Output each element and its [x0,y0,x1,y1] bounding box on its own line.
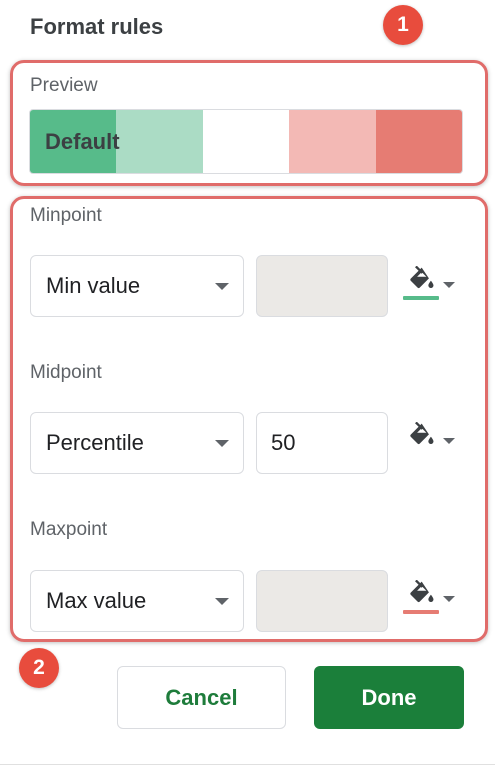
preview-gradient: Default [29,109,463,174]
midpoint-label: Midpoint [30,362,102,383]
preview-text: Default [45,128,120,154]
preview-segment [116,110,203,173]
maxpoint-color-swatch [403,610,439,614]
midpoint-value-field[interactable]: 50 [256,412,388,474]
midpoint-type-value: Percentile [46,430,144,455]
preview-segment [375,110,462,173]
minpoint-label: Minpoint [30,205,102,226]
minpoint-color-button[interactable] [401,262,461,312]
chevron-down-icon [443,596,455,602]
minpoint-type-value: Min value [46,273,141,298]
maxpoint-color-button[interactable] [401,576,461,626]
chevron-down-icon [443,282,455,288]
fill-color-icon [410,266,434,289]
cancel-button[interactable]: Cancel [117,666,286,729]
minpoint-value-field [256,255,388,317]
fill-color-icon [410,580,434,603]
maxpoint-value-field [256,570,388,632]
divider [0,764,495,765]
preview-segment [202,110,290,173]
annotation-badge-2: 2 [19,648,59,688]
panel-title: Format rules [30,14,164,39]
format-rules-panel: Format rules 1 Preview Default Minpoint … [0,0,495,768]
maxpoint-label: Maxpoint [30,519,108,540]
maxpoint-type-select[interactable]: Max value [30,570,244,632]
minpoint-type-select[interactable]: Min value [30,255,244,317]
maxpoint-type-value: Max value [46,588,147,613]
midpoint-type-select[interactable]: Percentile [30,412,244,474]
chevron-down-icon [443,438,455,444]
annotation-badge-1: 1 [383,5,423,45]
chevron-down-icon [215,598,229,605]
minpoint-color-swatch [403,296,439,300]
fill-color-icon [410,422,434,445]
chevron-down-icon [215,283,229,290]
chevron-down-icon [215,440,229,447]
midpoint-color-button[interactable] [401,418,461,468]
preview-segment [289,110,376,173]
done-button[interactable]: Done [314,666,464,729]
preview-label: Preview [30,75,98,96]
